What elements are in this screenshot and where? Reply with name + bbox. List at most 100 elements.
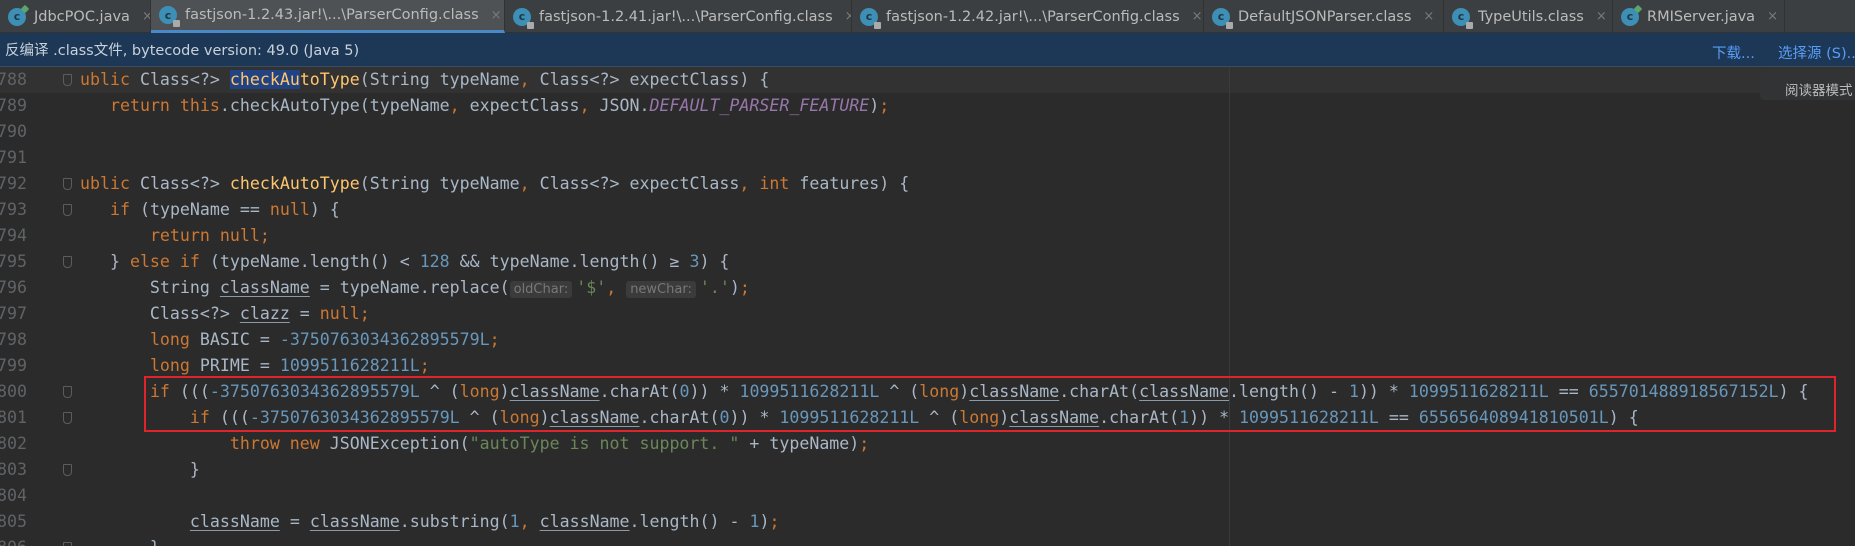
- code-token: Class<?> expectClass: [539, 174, 740, 193]
- code-token: && typeName.length() ≥: [449, 252, 690, 271]
- code-token: ;: [419, 356, 430, 375]
- tab-typeutils-class[interactable]: c TypeUtils.class ×: [1444, 0, 1613, 33]
- line-number: 795: [0, 252, 27, 271]
- parameter-hint: newChar:: [626, 281, 696, 298]
- tab-label: fastjson-1.2.41.jar!\...\ParserConfig.cl…: [539, 8, 833, 25]
- code-line: 806 }: [0, 535, 1855, 546]
- code-line: 789 return this.checkAutoType(typeName, …: [0, 93, 1855, 119]
- tab-defaultjsonparser-class[interactable]: c DefaultJSONParser.class ×: [1204, 0, 1444, 33]
- fold-marker-icon[interactable]: [63, 74, 72, 86]
- close-tab-icon[interactable]: ×: [1767, 9, 1778, 24]
- code-text: }: [80, 457, 200, 483]
- class-file-icon: c: [1621, 7, 1639, 26]
- decompiled-info-text: 反编译 .class文件, bytecode version: 49.0 (Ja…: [5, 43, 360, 59]
- code-token: className: [309, 512, 400, 531]
- code-token: ,: [449, 96, 470, 115]
- code-token: ) {: [699, 252, 730, 271]
- code-token: if: [109, 200, 140, 219]
- choose-sources-link[interactable]: 选择源 (S)...: [1778, 42, 1855, 63]
- fold-marker-icon[interactable]: [63, 464, 72, 476]
- code-token: JSON.: [599, 96, 650, 115]
- code-token: .checkAutoType(typeName: [219, 96, 450, 115]
- code-token: BASIC =: [199, 330, 280, 349]
- code-token: DEFAULT_PARSER_FEATURE: [649, 96, 870, 115]
- fold-marker-icon[interactable]: [63, 204, 72, 216]
- tab-label: TypeUtils.class: [1478, 8, 1584, 25]
- code-token: Class<?>: [80, 304, 240, 323]
- fold-marker-icon[interactable]: [63, 412, 72, 424]
- close-tab-icon[interactable]: ×: [845, 9, 851, 24]
- code-token: 1: [749, 512, 760, 531]
- code-token: + typeName): [739, 434, 860, 453]
- tab-jdbcpoc-java[interactable]: c JdbcPOC.java ×: [0, 0, 151, 33]
- line-number: 801: [0, 408, 27, 427]
- code-token: String: [80, 278, 220, 297]
- code-token: = typeName.replace(: [309, 278, 510, 297]
- code-token: return this: [109, 96, 220, 115]
- code-token: , int: [739, 174, 800, 193]
- code-line: 792 ublic Class<?> checkAutoType(String t…: [0, 171, 1855, 197]
- code-token: features) {: [799, 174, 910, 193]
- tab-fastjson-1-2-41-jar-parserconfig-class[interactable]: c fastjson-1.2.41.jar!\...\ParserConfig.c…: [505, 0, 852, 33]
- annotation-highlight-box: [144, 376, 1836, 432]
- fold-marker-icon[interactable]: [63, 256, 72, 268]
- fold-marker-icon[interactable]: [63, 386, 72, 398]
- close-tab-icon[interactable]: ×: [1423, 9, 1434, 24]
- code-line: 794 return null;: [0, 223, 1855, 249]
- code-text: return this.checkAutoType(typeName, expe…: [80, 93, 889, 119]
- close-tab-icon[interactable]: ×: [1596, 9, 1607, 24]
- line-number: 797: [0, 304, 27, 323]
- code-token: ): [759, 512, 770, 531]
- tab-fastjson-1-2-42-jar-parserconfig-class[interactable]: c fastjson-1.2.42.jar!\...\ParserConfig.c…: [852, 0, 1204, 33]
- tab-rmiserver-java[interactable]: c RMIServer.java ×: [1613, 0, 1785, 33]
- code-token: checkAutoType: [229, 174, 360, 193]
- line-number: 799: [0, 356, 27, 375]
- tab-label: fastjson-1.2.42.jar!\...\ParserConfig.cl…: [886, 8, 1180, 25]
- code-text: String className = typeName.replace(oldC…: [80, 275, 750, 303]
- code-token: className: [189, 512, 280, 531]
- code-line: 788 ublic Class<?> checkAutoType(String t…: [0, 67, 1855, 93]
- class-file-icon: c: [513, 7, 534, 29]
- code-token: "autoType is not support. ": [469, 434, 740, 453]
- code-text: throw new JSONException("autoType is not…: [80, 431, 869, 457]
- class-file-icon: c: [860, 7, 881, 29]
- code-token: ): [729, 278, 740, 297]
- line-number: 804: [0, 486, 27, 505]
- code-token: ,: [579, 96, 600, 115]
- code-text: long BASIC = -3750763034362895579L;: [80, 327, 500, 353]
- code-token: className: [219, 278, 310, 297]
- download-sources-link[interactable]: 下载...: [1712, 42, 1755, 63]
- tab-label: JdbcPOC.java: [34, 8, 130, 25]
- fold-marker-icon[interactable]: [63, 178, 72, 190]
- code-token: Class<?> expectClass) {: [539, 70, 770, 89]
- code-token: (typeName.length() <: [209, 252, 420, 271]
- tab-fastjson-1-2-43-jar-parserconfig-class[interactable]: c fastjson-1.2.43.jar!\...\ParserConfig.c…: [151, 0, 505, 33]
- close-tab-icon[interactable]: ×: [491, 8, 502, 23]
- fold-marker-icon[interactable]: [63, 542, 72, 546]
- class-file-icon: c: [1212, 7, 1233, 29]
- line-number: 796: [0, 278, 27, 297]
- reader-mode-button[interactable]: 阅读器模式: [1760, 70, 1855, 100]
- class-file-icon: c: [8, 7, 26, 26]
- line-number: 803: [0, 460, 27, 479]
- tab-label: RMIServer.java: [1647, 8, 1756, 25]
- code-token: .substring(: [399, 512, 510, 531]
- code-token: ,: [519, 512, 540, 531]
- line-number: 788: [0, 70, 27, 89]
- close-tab-icon[interactable]: ×: [142, 9, 150, 24]
- close-tab-icon[interactable]: ×: [1192, 9, 1203, 24]
- code-token: null;: [319, 304, 370, 323]
- code-token: 1: [509, 512, 520, 531]
- code-token: long: [149, 356, 200, 375]
- parameter-hint: oldChar:: [509, 281, 573, 298]
- code-editor[interactable]: 788 ublic Class<?> checkAutoType(String t…: [0, 67, 1855, 546]
- code-token: ;: [879, 96, 890, 115]
- code-line: 795 } else if (typeName.length() < 128 &…: [0, 249, 1855, 275]
- code-token: =: [289, 304, 320, 323]
- code-token: (typeName ==: [139, 200, 270, 219]
- code-text: ublic Class<?> checkAutoType(String type…: [80, 171, 909, 197]
- code-line: 796 String className = typeName.replace(…: [0, 275, 1855, 301]
- code-token: .length() -: [629, 512, 750, 531]
